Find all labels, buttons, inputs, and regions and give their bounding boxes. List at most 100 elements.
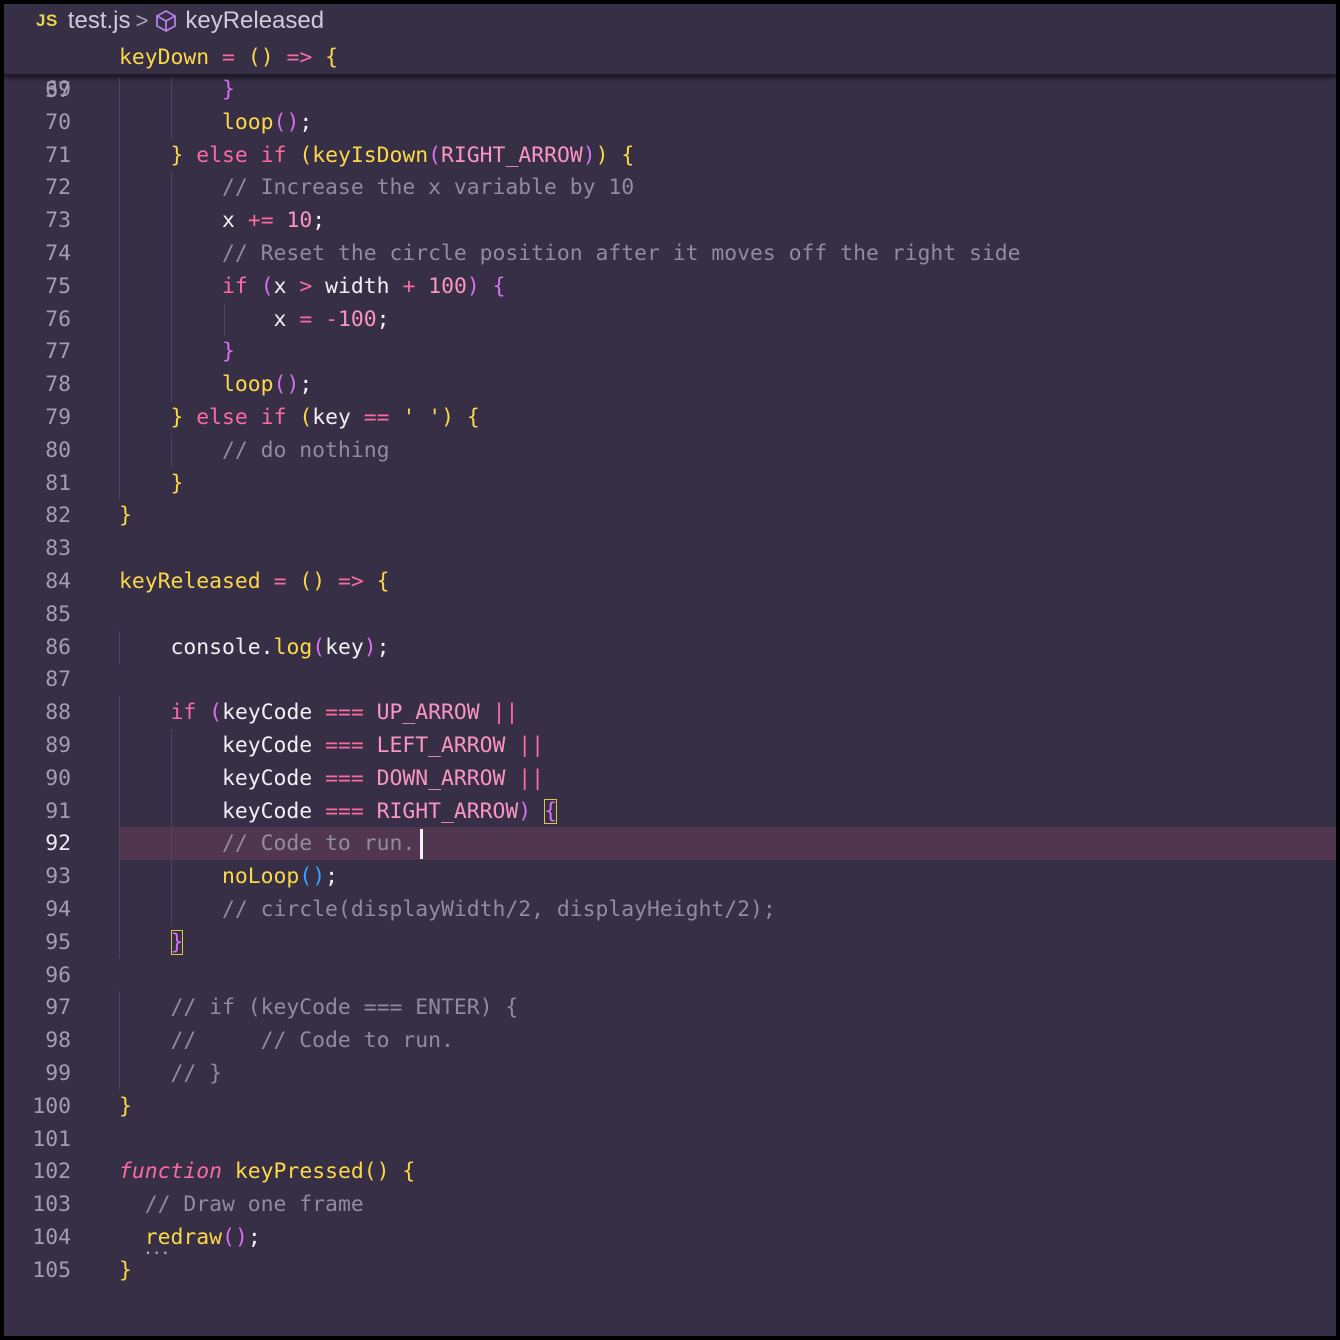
breadcrumb-file[interactable]: test.js — [68, 7, 131, 35]
line-number[interactable]: 82 — [4, 499, 71, 532]
line-code: // Increase the x variable by 10 — [222, 175, 635, 200]
line-number[interactable]: 80 — [4, 434, 71, 467]
line-code: function keyPressed() { — [119, 1159, 416, 1184]
line-number[interactable]: 83 — [4, 532, 71, 565]
code-line[interactable]: 82} — [4, 499, 1336, 532]
line-number[interactable]: 104 — [4, 1221, 71, 1254]
code-line[interactable]: 95 } — [4, 926, 1336, 959]
line-number[interactable]: 105 — [4, 1254, 71, 1287]
line-number[interactable]: 86 — [4, 631, 71, 664]
line-number[interactable]: 94 — [4, 893, 71, 926]
line-code: } else if (keyIsDown(RIGHT_ARROW)) { — [170, 143, 635, 168]
line-code: x += 10; — [222, 208, 326, 233]
code-line[interactable]: 80 // do nothing — [4, 434, 1336, 467]
line-number[interactable]: 89 — [4, 729, 71, 762]
line-code: keyCode === LEFT_ARROW || — [222, 733, 545, 758]
line-code: // Code to run. — [222, 831, 416, 856]
line-number[interactable]: 87 — [4, 663, 71, 696]
line-number[interactable]: 97 — [4, 991, 71, 1024]
line-number[interactable]: 78 — [4, 368, 71, 401]
code-line[interactable]: 87 — [4, 663, 1336, 696]
breadcrumb-separator: > — [135, 8, 149, 33]
line-number[interactable]: 84 — [4, 565, 71, 598]
code-line[interactable]: 105} — [4, 1254, 1336, 1287]
line-code: // Reset the circle position after it mo… — [222, 241, 1021, 266]
line-code: // do nothing — [222, 438, 390, 463]
code-line[interactable]: 91 keyCode === RIGHT_ARROW) { — [4, 795, 1336, 828]
line-number[interactable]: 90 — [4, 762, 71, 795]
code-line[interactable]: 70 loop(); — [4, 106, 1336, 139]
code-line[interactable]: 97 // if (keyCode === ENTER) { — [4, 991, 1336, 1024]
code-line[interactable]: 76 x = -100; — [4, 303, 1336, 336]
line-number[interactable]: 92 — [4, 827, 71, 860]
code-line[interactable]: 102 function keyPressed() { — [4, 1155, 1336, 1188]
code-line[interactable]: 88 if (keyCode === UP_ARROW || — [4, 696, 1336, 729]
line-number[interactable]: 96 — [4, 959, 71, 992]
code-line[interactable]: 75 if (x > width + 100) { — [4, 270, 1336, 303]
line-code: if (x > width + 100) { — [222, 274, 506, 299]
breadcrumb-symbol[interactable]: keyReleased — [185, 7, 324, 35]
code-line[interactable]: 74 // Reset the circle position after it… — [4, 237, 1336, 270]
line-code: loop(); — [222, 372, 313, 397]
code-line[interactable]: 101 — [4, 1123, 1336, 1156]
line-code: noLoop(); — [222, 864, 338, 889]
code-line[interactable]: 94 // circle(displayWidth/2, displayHeig… — [4, 893, 1336, 926]
code-line[interactable]: 72 // Increase the x variable by 10 — [4, 171, 1336, 204]
breadcrumb: JS test.js > keyReleased — [4, 4, 1336, 38]
line-number[interactable]: 88 — [4, 696, 71, 729]
line-code: redraw(); — [144, 1225, 261, 1250]
code-line[interactable]: 77 } — [4, 335, 1336, 368]
code-line[interactable]: 89 keyCode === LEFT_ARROW || — [4, 729, 1336, 762]
line-number[interactable]: 76 — [4, 303, 71, 336]
code-line[interactable]: 93 noLoop(); — [4, 860, 1336, 893]
code-line[interactable]: 71 } else if (keyIsDown(RIGHT_ARROW)) { — [4, 139, 1336, 172]
code-line[interactable]: 83 — [4, 532, 1336, 565]
code-line[interactable]: 85 — [4, 598, 1336, 631]
line-number[interactable]: 103 — [4, 1188, 71, 1221]
code-editor[interactable]: JS test.js > keyReleased 37 keyDown = ()… — [4, 4, 1336, 1336]
line-number[interactable]: 77 — [4, 335, 71, 368]
line-number: 37 — [45, 78, 71, 103]
code-line[interactable]: 96 — [4, 959, 1336, 992]
code-line[interactable]: 69 } — [4, 73, 1336, 106]
code-line[interactable]: 99 // } — [4, 1057, 1336, 1090]
line-number[interactable]: 79 — [4, 401, 71, 434]
line-number[interactable]: 95 — [4, 926, 71, 959]
line-number[interactable]: 75 — [4, 270, 71, 303]
line-number[interactable]: 102 — [4, 1155, 71, 1188]
line-code: keyCode === RIGHT_ARROW) { — [222, 799, 557, 824]
code-line[interactable]: 104 redraw();... — [4, 1221, 1336, 1258]
line-number[interactable]: 98 — [4, 1024, 71, 1057]
line-code: } — [170, 471, 184, 496]
line-number[interactable]: 81 — [4, 467, 71, 500]
line-number[interactable]: 93 — [4, 860, 71, 893]
line-number[interactable]: 100 — [4, 1090, 71, 1123]
code-line[interactable]: 78 loop(); — [4, 368, 1336, 401]
code-line[interactable]: 84 keyReleased = () => { — [4, 565, 1336, 598]
code-area[interactable]: 69 } 70 loop(); 71 } else if (keyIsDown(RI… — [4, 73, 1336, 1333]
code-line[interactable]: 81 } — [4, 467, 1336, 500]
line-code: // Draw one frame — [144, 1192, 364, 1217]
code-line[interactable]: 86 console.log(key); — [4, 631, 1336, 664]
code-line[interactable]: 92 // Code to run. — [4, 827, 1336, 860]
code-line[interactable]: 73 x += 10; — [4, 204, 1336, 237]
line-code: } — [119, 1258, 132, 1283]
code-line[interactable]: 90 keyCode === DOWN_ARROW || — [4, 762, 1336, 795]
code-line[interactable]: 79 } else if (key == ' ') { — [4, 401, 1336, 434]
line-number[interactable]: 101 — [4, 1123, 71, 1156]
sticky-code: keyDown = () => { — [119, 45, 339, 70]
code-line[interactable]: 100} — [4, 1090, 1336, 1123]
sticky-line[interactable]: 37 keyDown = () => { — [4, 41, 1336, 103]
line-number[interactable]: 73 — [4, 204, 71, 237]
line-code: x = -100; — [273, 307, 390, 332]
line-number[interactable]: 74 — [4, 237, 71, 270]
line-number[interactable]: 72 — [4, 171, 71, 204]
line-number[interactable]: 85 — [4, 598, 71, 631]
code-line[interactable]: 103 // Draw one frame — [4, 1188, 1336, 1221]
line-number[interactable]: 91 — [4, 795, 71, 828]
line-code: // } — [170, 1061, 223, 1086]
code-line[interactable]: 98 // // Code to run. — [4, 1024, 1336, 1057]
text-cursor — [420, 829, 424, 859]
sticky-scroll-header[interactable]: 37 keyDown = () => { — [4, 41, 1336, 103]
line-number[interactable]: 99 — [4, 1057, 71, 1090]
